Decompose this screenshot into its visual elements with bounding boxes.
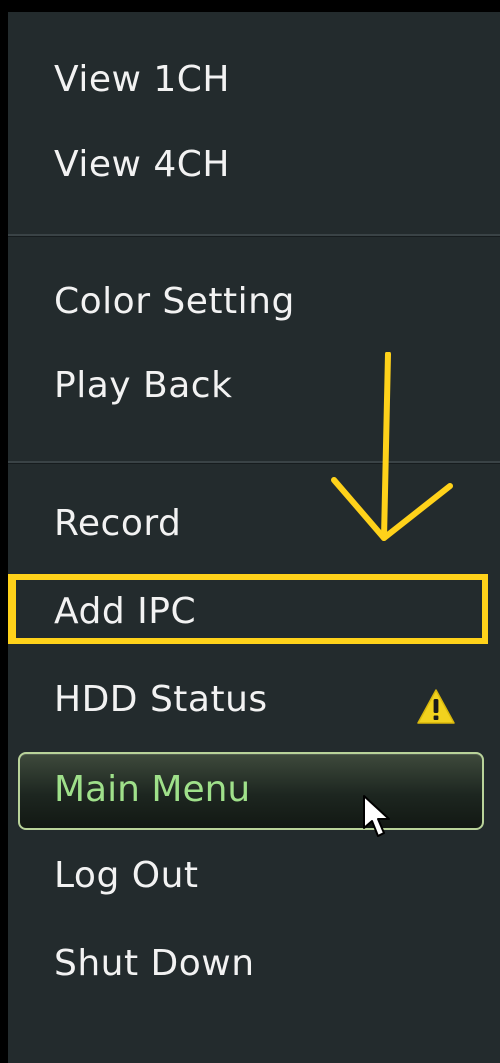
menu-item-record[interactable]: Record: [54, 506, 181, 542]
menu-item-color-setting[interactable]: Color Setting: [54, 284, 295, 320]
menu-item-main-menu[interactable]: Main Menu: [18, 752, 484, 830]
menu-item-view-1ch[interactable]: View 1CH: [54, 62, 230, 98]
menu-item-play-back[interactable]: Play Back: [54, 368, 232, 404]
menu-divider: [8, 234, 500, 237]
mouse-cursor-icon: [363, 795, 390, 837]
menu-item-view-4ch[interactable]: View 4CH: [54, 147, 230, 183]
add-ipc-highlight-box: [8, 574, 488, 644]
menu-item-log-out[interactable]: Log Out: [54, 858, 199, 894]
context-menu: View 1CH View 4CH Color Setting Play Bac…: [8, 12, 500, 1063]
main-menu-label: Main Menu: [54, 769, 251, 810]
menu-item-hdd-status[interactable]: HDD Status: [54, 682, 268, 718]
down-arrow-icon: [331, 352, 453, 541]
warning-icon: [417, 689, 455, 724]
menu-item-shut-down[interactable]: Shut Down: [54, 946, 255, 982]
